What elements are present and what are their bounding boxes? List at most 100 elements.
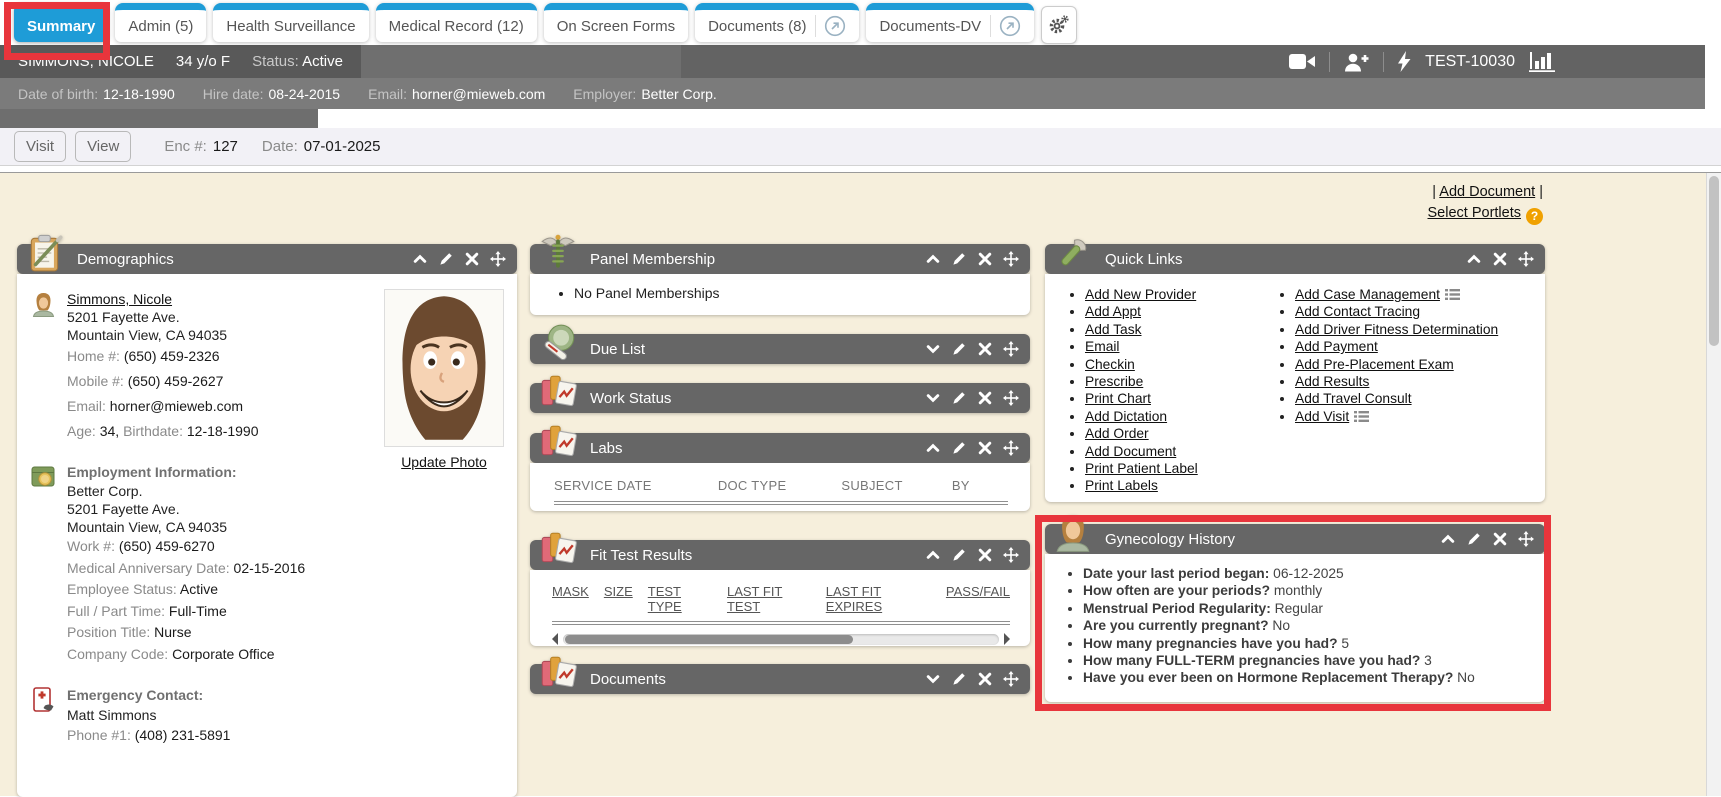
close-icon[interactable] [977,390,993,406]
close-icon[interactable] [977,440,993,456]
edit-icon[interactable] [951,671,967,687]
collapse-icon[interactable] [925,251,941,267]
edit-icon[interactable] [951,341,967,357]
move-icon[interactable] [1003,390,1019,406]
quick-link[interactable]: Prescribe [1085,374,1143,389]
move-icon[interactable] [1003,440,1019,456]
close-icon[interactable] [977,341,993,357]
expand-icon[interactable] [925,671,941,687]
tab-documents-dv[interactable]: Documents-DV [866,3,1034,42]
tab-summary[interactable]: Summary [14,3,108,42]
edit-icon[interactable] [951,251,967,267]
quick-link[interactable]: Add New Provider [1085,287,1196,302]
quick-link[interactable]: Add Dictation [1085,409,1167,424]
quick-link[interactable]: Add Payment [1295,339,1378,354]
close-icon[interactable] [1492,531,1508,547]
quick-link[interactable]: Add Travel Consult [1295,391,1412,406]
vertical-scrollbar[interactable] [1706,173,1721,796]
quick-link[interactable]: Add Case Management [1295,287,1440,302]
emergency-name: Matt Simmons [67,705,517,725]
tab-medical-record-label: Medical Record (12) [389,18,524,35]
video-call-icon[interactable] [1289,53,1315,70]
move-icon[interactable] [1003,671,1019,687]
list-menu-icon[interactable] [1354,409,1369,420]
quick-link[interactable]: Add Results [1295,374,1369,389]
scroll-right-arrow[interactable] [1004,633,1010,645]
scrollbar-track[interactable] [563,634,999,645]
scroll-left-arrow[interactable] [552,633,558,645]
header-stub-bar [0,109,318,128]
fit-col-test-type[interactable]: TEST TYPE [648,584,712,614]
close-icon[interactable] [1492,251,1508,267]
patient-status: Status: Active [252,53,343,70]
collapse-icon[interactable] [925,440,941,456]
edit-icon[interactable] [951,440,967,456]
tab-documents[interactable]: Documents (8) [695,3,859,42]
patient-chart-link[interactable]: Simmons, Nicole [67,291,172,307]
update-photo-link[interactable]: Update Photo [401,454,487,470]
collapse-icon[interactable] [412,251,428,267]
view-button[interactable]: View [75,131,131,162]
due-list-header: Due List [530,334,1030,364]
quick-links-body: Add New Provider Add Appt Add Task Email… [1045,274,1545,502]
list-menu-icon[interactable] [1445,287,1460,298]
quick-action-bolt-icon[interactable] [1398,51,1411,72]
close-icon[interactable] [977,671,993,687]
quick-link[interactable]: Print Chart [1085,391,1151,406]
add-person-icon[interactable] [1344,52,1369,72]
select-portlets-link[interactable]: Select Portlets [1428,205,1522,221]
open-in-new-window-icon[interactable] [990,15,1021,37]
close-icon[interactable] [977,547,993,563]
fit-col-pass-fail[interactable]: PASS/FAIL [946,584,1010,614]
edit-icon[interactable] [1466,531,1482,547]
close-icon[interactable] [464,251,480,267]
add-document-link[interactable]: Add Document [1439,184,1535,200]
move-icon[interactable] [490,251,506,267]
visit-button[interactable]: Visit [14,131,66,162]
tab-health-surveillance[interactable]: Health Surveillance [213,3,368,42]
vertical-scrollbar-thumb[interactable] [1709,176,1719,346]
edit-icon[interactable] [951,547,967,563]
quick-link[interactable]: Print Labels [1085,478,1158,493]
quick-link[interactable]: Add Task [1085,322,1142,337]
help-icon[interactable]: ? [1526,208,1543,225]
portlet-labs: Labs SERVICE DATE DOC TYPE SUBJECT BY [530,433,1030,511]
quick-link[interactable]: Add Contact Tracing [1295,304,1420,319]
fit-col-size[interactable]: SIZE [604,584,633,614]
flowsheet-chart-icon[interactable] [1529,52,1555,72]
quick-link[interactable]: Add Visit [1295,409,1349,424]
move-icon[interactable] [1003,341,1019,357]
collapse-icon[interactable] [1440,531,1456,547]
emergency-contact-icon [30,686,57,713]
collapse-icon[interactable] [925,547,941,563]
close-icon[interactable] [977,251,993,267]
quick-link[interactable]: Add Order [1085,426,1149,441]
edit-icon[interactable] [438,251,454,267]
expand-icon[interactable] [925,390,941,406]
move-icon[interactable] [1518,531,1534,547]
open-in-new-window-icon[interactable] [815,15,846,37]
quick-link[interactable]: Add Appt [1085,304,1141,319]
quick-link[interactable]: Email [1085,339,1120,354]
quick-link[interactable]: Add Document [1085,444,1176,459]
quick-link[interactable]: Checkin [1085,357,1135,372]
portlet-work-status: Work Status [530,383,1030,413]
move-icon[interactable] [1003,251,1019,267]
tab-medical-record[interactable]: Medical Record (12) [376,3,537,42]
table-rule [554,501,1008,505]
quick-link[interactable]: Add Driver Fitness Determination [1295,322,1498,337]
edit-icon[interactable] [951,390,967,406]
move-icon[interactable] [1518,251,1534,267]
move-icon[interactable] [1003,547,1019,563]
collapse-icon[interactable] [1466,251,1482,267]
quick-link[interactable]: Print Patient Label [1085,461,1198,476]
fit-col-last-fit-expires[interactable]: LAST FIT EXPIRES [826,584,931,614]
tab-admin[interactable]: Admin (5) [115,3,206,42]
expand-icon[interactable] [925,341,941,357]
scrollbar-thumb[interactable] [565,635,853,644]
fit-col-last-fit-test[interactable]: LAST FIT TEST [727,584,811,614]
quick-link[interactable]: Add Pre-Placement Exam [1295,357,1454,372]
fit-col-mask[interactable]: MASK [552,584,589,614]
tab-settings-button[interactable] [1041,6,1077,44]
tab-on-screen-forms[interactable]: On Screen Forms [544,3,688,42]
